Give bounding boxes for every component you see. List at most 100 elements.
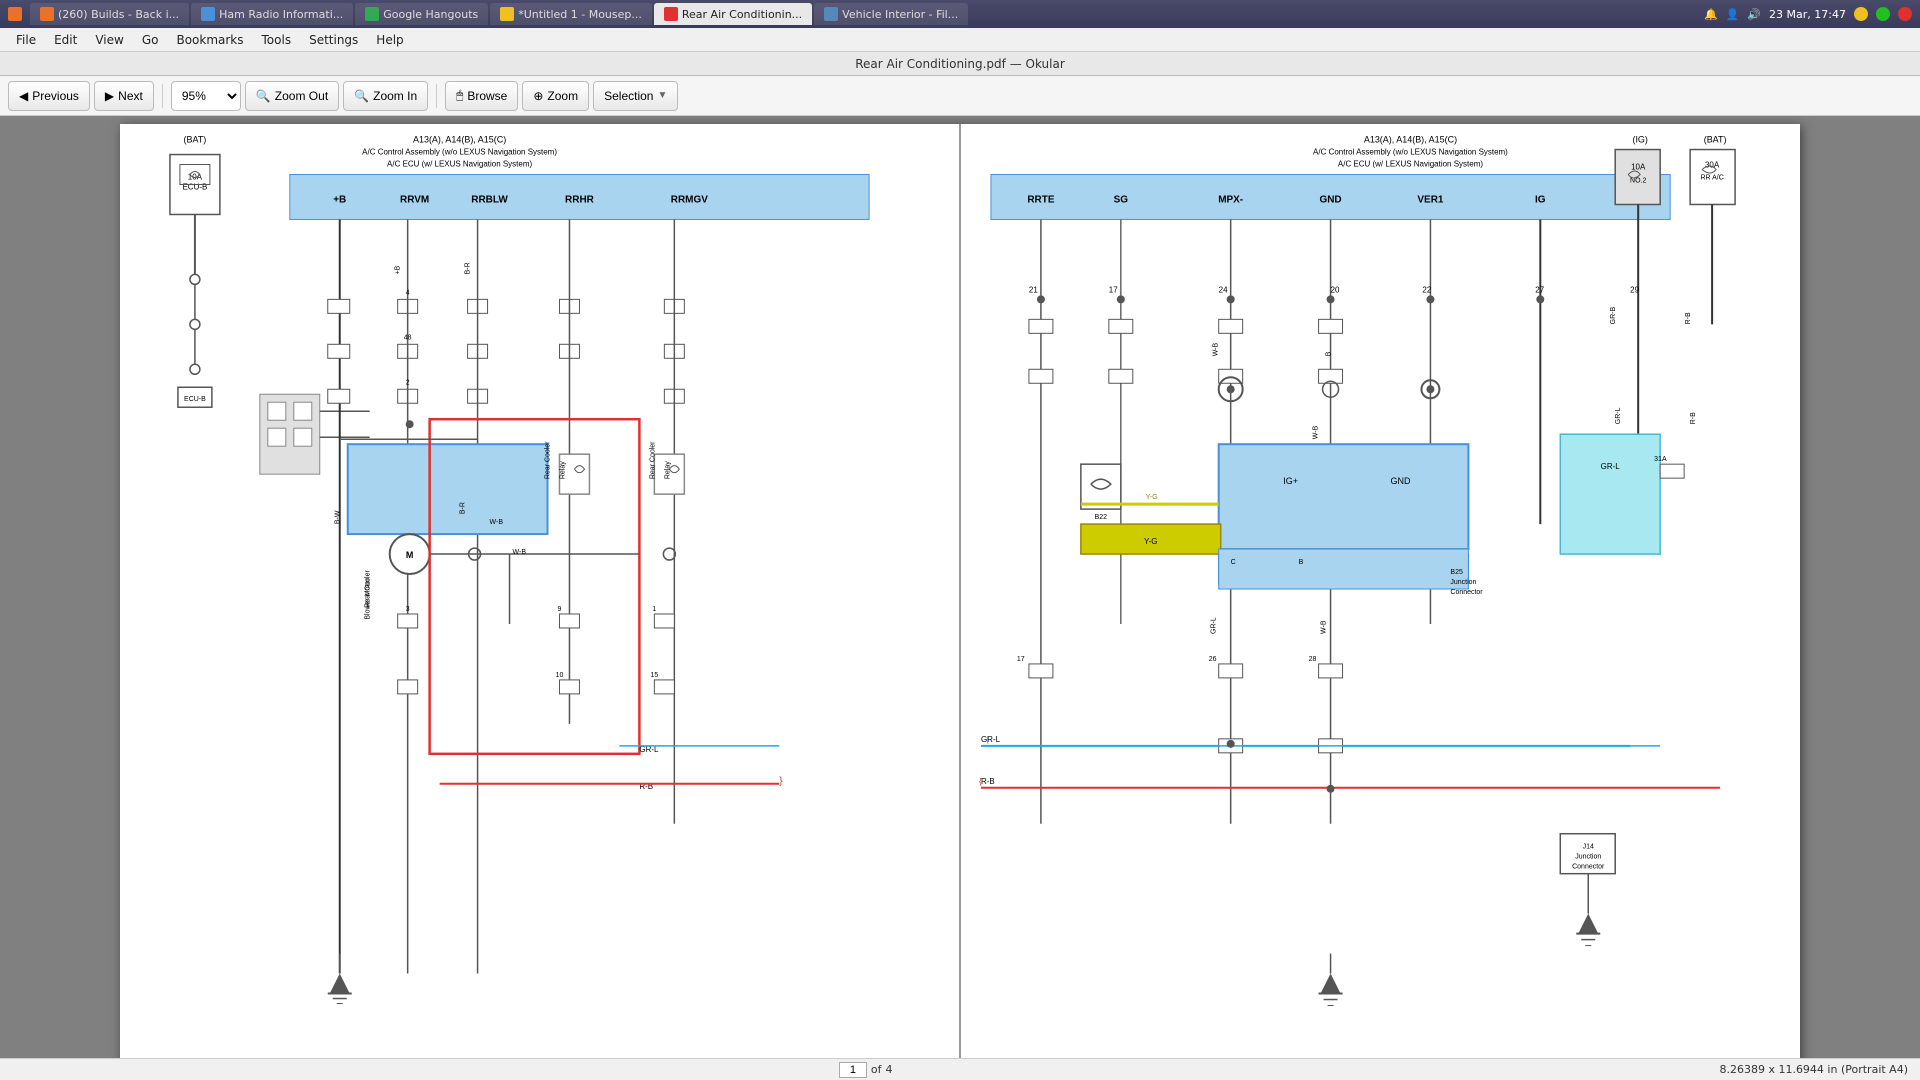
svg-text:(BAT): (BAT) — [1704, 135, 1727, 145]
close-button[interactable] — [1898, 7, 1912, 21]
next-label: Next — [118, 89, 143, 103]
svg-text:IG: IG — [1535, 194, 1546, 205]
svg-text:A/C ECU (w/ LEXUS Navigation S: A/C ECU (w/ LEXUS Navigation System) — [387, 160, 532, 169]
svg-text:1: 1 — [652, 606, 656, 613]
browse-icon: 🖱 — [456, 88, 463, 103]
menu-view[interactable]: View — [87, 31, 131, 49]
tab-rearair[interactable]: Rear Air Conditionin... — [654, 3, 812, 25]
svg-text:24: 24 — [1219, 285, 1228, 294]
svg-text:ECU-B: ECU-B — [184, 396, 206, 403]
menu-tools[interactable]: Tools — [254, 31, 300, 49]
tab-builds-favicon — [40, 7, 54, 21]
svg-text:Relay: Relay — [664, 461, 671, 479]
svg-text:3: 3 — [406, 606, 410, 613]
svg-text:Rear Cooler: Rear Cooler — [649, 441, 656, 479]
zoom-button[interactable]: ⊕ Zoom — [522, 81, 589, 111]
svg-text:Connector: Connector — [1450, 589, 1483, 596]
menu-go[interactable]: Go — [134, 31, 167, 49]
tab-builds[interactable]: (260) Builds - Back i... — [30, 3, 189, 25]
svg-text:20: 20 — [1331, 285, 1340, 294]
tab-hamradio-label: Ham Radio Informati... — [219, 8, 343, 21]
svg-text:21: 21 — [1029, 285, 1038, 294]
page-indicator: 1 of 4 — [839, 1062, 893, 1078]
svg-text:W-B: W-B — [1213, 343, 1220, 357]
tab-mousep-label: *Untitled 1 - Mousep... — [518, 8, 642, 21]
svg-text:C: C — [1231, 559, 1236, 566]
volume-icon[interactable]: 🔊 — [1747, 8, 1761, 21]
svg-text:GR-L: GR-L — [1211, 617, 1218, 634]
previous-button[interactable]: ◀ Previous — [8, 81, 90, 111]
svg-text:17: 17 — [1109, 285, 1118, 294]
svg-text:A/C Control Assembly (w/o LEXU: A/C Control Assembly (w/o LEXUS Navigati… — [1313, 148, 1508, 157]
svg-text:IG+: IG+ — [1283, 476, 1298, 486]
svg-text:RRBLW: RRBLW — [471, 194, 508, 205]
svg-text:A/C ECU (w/ LEXUS Navigation S: A/C ECU (w/ LEXUS Navigation System) — [1338, 160, 1483, 169]
datetime-display: 23 Mar, 17:47 — [1769, 8, 1846, 21]
selection-button[interactable]: Selection ▼ — [593, 81, 678, 111]
tab-rearair-favicon — [664, 7, 678, 21]
svg-text:GR-B: GR-B — [1610, 307, 1617, 325]
diagram: A13(A), A14(B), A15(C) A/C Control Assem… — [120, 124, 1800, 1058]
previous-arrow-icon: ◀ — [19, 89, 28, 103]
next-arrow-icon: ▶ — [105, 89, 114, 103]
tab-mousep[interactable]: *Untitled 1 - Mousep... — [490, 3, 652, 25]
zoom-in-icon: 🔍 — [354, 89, 369, 103]
page-current-input[interactable]: 1 — [839, 1062, 867, 1078]
svg-text:+B: +B — [395, 265, 402, 274]
svg-text:17: 17 — [1017, 656, 1025, 663]
separator-1 — [162, 84, 163, 108]
svg-text:R-B: R-B — [1690, 412, 1697, 424]
next-button[interactable]: ▶ Next — [94, 81, 154, 111]
svg-text:B-R: B-R — [460, 502, 467, 514]
tab-hangouts[interactable]: Google Hangouts — [355, 3, 488, 25]
svg-text:+B: +B — [333, 194, 346, 205]
titlebar-right: 🔔 👤 🔊 23 Mar, 17:47 — [1704, 7, 1912, 21]
tab-hamradio-favicon — [201, 7, 215, 21]
svg-text:B-R: B-R — [465, 262, 472, 274]
tab-vehicle[interactable]: Vehicle Interior - Fil... — [814, 3, 968, 25]
separator-2 — [436, 84, 437, 108]
selection-arrow-icon: ▼ — [657, 90, 667, 101]
menu-help[interactable]: Help — [368, 31, 411, 49]
menu-file[interactable]: File — [8, 31, 44, 49]
minimize-button[interactable] — [1854, 7, 1868, 21]
previous-label: Previous — [32, 89, 79, 103]
svg-text:R-B: R-B — [981, 777, 995, 786]
svg-text:RRTE: RRTE — [1027, 194, 1054, 205]
svg-text:R-B: R-B — [1685, 312, 1692, 324]
tab-hangouts-favicon — [365, 7, 379, 21]
svg-text:4: 4 — [406, 289, 410, 296]
selection-label: Selection — [604, 89, 653, 103]
svg-text:26: 26 — [1209, 656, 1217, 663]
svg-text:(BAT): (BAT) — [184, 135, 207, 145]
browse-button[interactable]: 🖱 Browse — [445, 81, 518, 111]
svg-text:GR-L: GR-L — [1601, 462, 1621, 471]
svg-text:W-B: W-B — [1321, 620, 1328, 634]
svg-text:Y-G: Y-G — [1146, 494, 1158, 501]
svg-text:2: 2 — [406, 379, 410, 386]
maximize-button[interactable] — [1876, 7, 1890, 21]
svg-text:Junction: Junction — [1575, 854, 1601, 861]
toolbar: ◀ Previous ▶ Next 95% 75% 100% 125% 150%… — [0, 76, 1920, 116]
app-title: Rear Air Conditioning.pdf — Okular — [855, 57, 1065, 71]
svg-text:MPX-: MPX- — [1218, 194, 1243, 205]
notification-icon[interactable]: 🔔 — [1704, 8, 1718, 21]
svg-text:28: 28 — [1309, 656, 1317, 663]
menu-bookmarks[interactable]: Bookmarks — [168, 31, 251, 49]
zoom-out-button[interactable]: 🔍 Zoom Out — [245, 81, 339, 111]
svg-text:GND: GND — [1319, 194, 1341, 205]
svg-text:9: 9 — [558, 606, 562, 613]
tab-hamradio[interactable]: Ham Radio Informati... — [191, 3, 353, 25]
zoom-select[interactable]: 95% 75% 100% 125% 150% — [171, 81, 241, 111]
svg-text:NO.2: NO.2 — [1630, 178, 1646, 185]
diagram-right: A13(A), A14(B), A15(C) A/C Control Assem… — [961, 124, 1800, 1058]
menu-settings[interactable]: Settings — [301, 31, 366, 49]
svg-text:A/C Control Assembly (w/o LEXU: A/C Control Assembly (w/o LEXUS Navigati… — [362, 148, 557, 157]
page-total-label: 4 — [886, 1063, 893, 1076]
tab-hangouts-label: Google Hangouts — [383, 8, 478, 21]
svg-text:15: 15 — [650, 672, 658, 679]
zoom-in-button[interactable]: 🔍 Zoom In — [343, 81, 428, 111]
svg-text:B-W: B-W — [335, 510, 342, 524]
menu-edit[interactable]: Edit — [46, 31, 85, 49]
tab-vehicle-label: Vehicle Interior - Fil... — [842, 8, 958, 21]
